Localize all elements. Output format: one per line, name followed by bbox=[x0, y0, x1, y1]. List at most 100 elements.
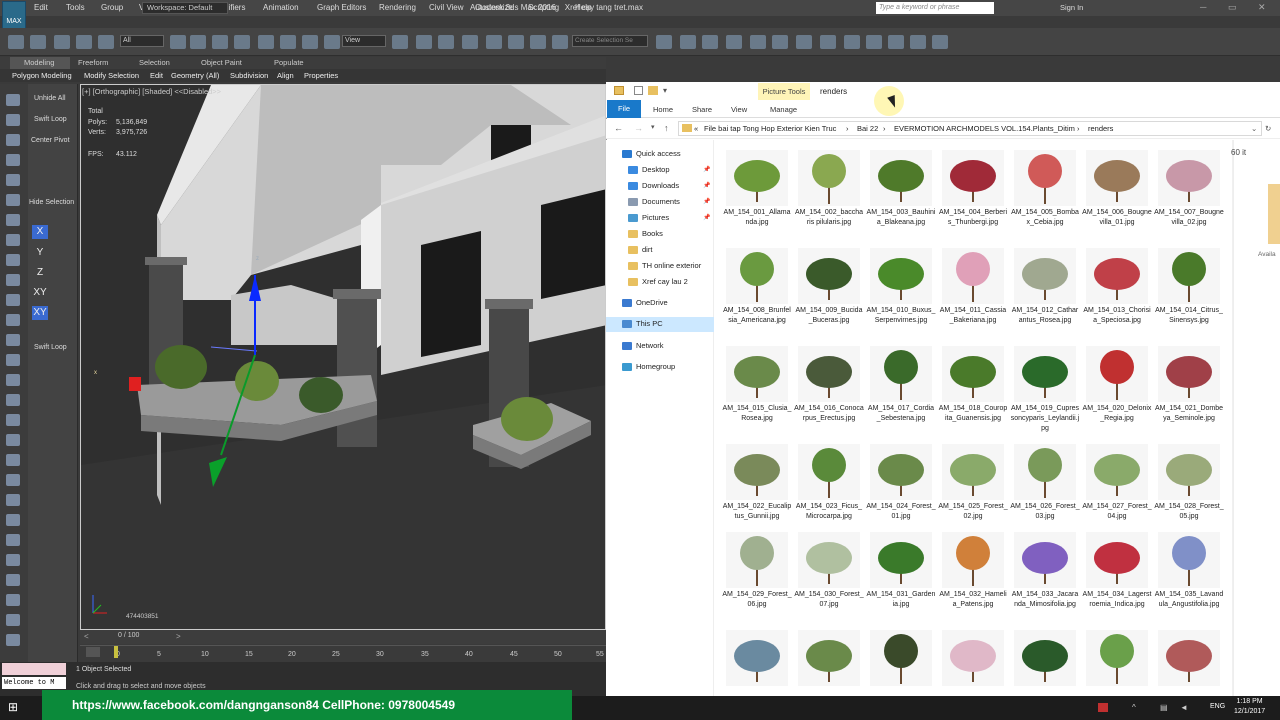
file-tile[interactable]: AM_154_018_Couropita_Guanensis.jpg bbox=[938, 342, 1008, 436]
swift-loop-button-2[interactable]: Swift Loop bbox=[34, 344, 67, 351]
file-tile[interactable]: AM_154_019_Cupressoncyparis_Leylandii.jp… bbox=[1010, 342, 1080, 436]
modeling-tool-icon[interactable] bbox=[6, 294, 20, 306]
toolbar-tool-icon[interactable] bbox=[190, 35, 206, 49]
perspective-viewport[interactable] bbox=[80, 84, 606, 630]
properties-icon[interactable] bbox=[634, 86, 643, 95]
ribbon-subtab[interactable]: Properties bbox=[304, 71, 338, 80]
file-tile[interactable]: AM_154_016_Conocarpus_Erectus.jpg bbox=[794, 342, 864, 436]
restore-icon[interactable]: ▭ bbox=[1228, 2, 1237, 13]
file-tile[interactable]: AM_154_035_Lavandula_Angustifolia.jpg bbox=[1154, 528, 1224, 622]
qat-dropdown-icon[interactable]: ▾ bbox=[663, 86, 667, 95]
toolbar-tool-icon[interactable] bbox=[552, 35, 568, 49]
toolbar-tool-icon[interactable] bbox=[280, 35, 296, 49]
toolbar-tool-icon[interactable] bbox=[680, 35, 696, 49]
modeling-tool-icon[interactable] bbox=[6, 574, 20, 586]
time-slider[interactable] bbox=[80, 630, 606, 644]
nav-item-documents[interactable]: Documents bbox=[642, 197, 680, 206]
up-arrow-icon[interactable]: ↑ bbox=[664, 123, 669, 133]
file-tile[interactable]: AM_154_033_Jacaranda_Mimosifolia.jpg bbox=[1010, 528, 1080, 622]
nav-item-homegroup[interactable]: Homegroup bbox=[636, 362, 675, 371]
selection-filter-dropdown[interactable]: All bbox=[120, 35, 164, 47]
tab-home[interactable]: Home bbox=[653, 105, 673, 114]
nav-item-this-pc[interactable]: This PC bbox=[636, 319, 663, 328]
modeling-tool-icon[interactable] bbox=[6, 214, 20, 226]
modeling-tool-icon[interactable] bbox=[6, 594, 20, 606]
ribbon-subtab[interactable]: Align bbox=[277, 71, 294, 80]
file-tile[interactable]: AM_154_020_Delonix_Regia.jpg bbox=[1082, 342, 1152, 436]
nav-item-quick-access[interactable]: Quick access bbox=[636, 149, 681, 158]
modeling-tool-icon[interactable] bbox=[6, 394, 20, 406]
ribbon-subtab[interactable]: Geometry (All) bbox=[171, 71, 219, 80]
toolbar-tool-icon[interactable] bbox=[888, 35, 904, 49]
file-tile[interactable]: AM_154_014_Citrus_Sinensys.jpg bbox=[1154, 244, 1224, 338]
unhide-all-button[interactable]: Unhide All bbox=[34, 95, 66, 102]
menu-civil-view[interactable]: Civil View bbox=[429, 3, 464, 12]
toolbar-tool-icon[interactable] bbox=[392, 35, 408, 49]
toolbar-tool-icon[interactable] bbox=[772, 35, 788, 49]
ribbon-subtab[interactable]: Edit bbox=[150, 71, 163, 80]
toolbar-tool-icon[interactable] bbox=[30, 35, 46, 49]
axis-xy-button[interactable]: XY bbox=[32, 306, 48, 320]
maxscript-listener-input[interactable] bbox=[2, 663, 66, 675]
toolbar-tool-icon[interactable] bbox=[258, 35, 274, 49]
tab-share[interactable]: Share bbox=[692, 105, 712, 114]
toolbar-tool-icon[interactable] bbox=[820, 35, 836, 49]
swift-loop-button[interactable]: Swift Loop bbox=[34, 116, 67, 123]
tab-view[interactable]: View bbox=[731, 105, 747, 114]
refresh-icon[interactable]: ↻ bbox=[1265, 124, 1271, 133]
picture-tools-context-tab[interactable]: Picture Tools bbox=[758, 83, 810, 101]
modeling-tool-icon[interactable] bbox=[6, 314, 20, 326]
workspace-dropdown[interactable]: Workspace: Default bbox=[142, 2, 228, 14]
nav-item-onedrive[interactable]: OneDrive bbox=[636, 298, 668, 307]
file-tile[interactable]: AM_154_009_Bucida_Buceras.jpg bbox=[794, 244, 864, 338]
volume-icon[interactable]: ◄ bbox=[1180, 703, 1188, 712]
file-tile[interactable]: AM_154_008_Brunfelsia_Americana.jpg bbox=[722, 244, 792, 338]
toolbar-tool-icon[interactable] bbox=[438, 35, 454, 49]
tray-app-icon[interactable] bbox=[1098, 703, 1108, 712]
file-tile[interactable]: AM_154_031_Gardenia.jpg bbox=[866, 528, 936, 622]
modeling-tool-icon[interactable] bbox=[6, 494, 20, 506]
windows-start-icon[interactable]: ⊞ bbox=[8, 700, 18, 714]
file-tile[interactable]: AM_154_028_Forest_05.jpg bbox=[1154, 440, 1224, 534]
breadcrumb-item[interactable]: EVERMOTION ARCHMODELS VOL.154.Plants_Dit… bbox=[894, 124, 1075, 133]
ribbon-tab-modeling[interactable]: Modeling bbox=[24, 58, 54, 67]
toolbar-tool-icon[interactable] bbox=[866, 35, 882, 49]
nav-item-th-online-exterior[interactable]: TH online exterior bbox=[642, 261, 701, 270]
modeling-tool-icon[interactable] bbox=[6, 514, 20, 526]
modeling-tool-icon[interactable] bbox=[6, 334, 20, 346]
file-tile[interactable]: AM_154_003_Bauhinia_Blakeana.jpg bbox=[866, 146, 936, 240]
toolbar-tool-icon[interactable] bbox=[508, 35, 524, 49]
nav-item-network[interactable]: Network bbox=[636, 341, 664, 350]
file-tile[interactable]: AM_154_001_Allamanda.jpg bbox=[722, 146, 792, 240]
network-icon[interactable]: ▤ bbox=[1160, 703, 1168, 712]
address-dropdown-icon[interactable]: ⌄ bbox=[1251, 124, 1257, 133]
axis-x-button[interactable]: X bbox=[32, 225, 48, 239]
nav-item-downloads[interactable]: Downloads bbox=[642, 181, 679, 190]
back-arrow-icon[interactable]: ← bbox=[614, 123, 623, 133]
toolbar-tool-icon[interactable] bbox=[932, 35, 948, 49]
modeling-tool-icon[interactable] bbox=[6, 174, 20, 186]
ribbon-tab-populate[interactable]: Populate bbox=[274, 58, 304, 67]
axis-xy-button[interactable]: XY bbox=[32, 286, 48, 300]
recent-locations-icon[interactable]: ▾ bbox=[651, 123, 655, 131]
ribbon-subtab[interactable]: Modify Selection bbox=[84, 71, 139, 80]
nav-item-pictures[interactable]: Pictures bbox=[642, 213, 669, 222]
toolbar-tool-icon[interactable] bbox=[76, 35, 92, 49]
file-tile[interactable]: AM_154_032_Hamelia_Patens.jpg bbox=[938, 528, 1008, 622]
modeling-tool-icon[interactable] bbox=[6, 634, 20, 646]
reference-coord-dropdown[interactable]: View bbox=[342, 35, 386, 47]
toolbar-tool-icon[interactable] bbox=[54, 35, 70, 49]
maxscript-welcome[interactable]: Welcome to M bbox=[2, 677, 66, 689]
breadcrumb-item[interactable]: File bai tap Tong Hop Exterior Kien Truc bbox=[704, 124, 836, 133]
breadcrumb-item[interactable]: Bai 22 bbox=[857, 124, 878, 133]
menu-group[interactable]: Group bbox=[101, 3, 123, 12]
toolbar-tool-icon[interactable] bbox=[486, 35, 502, 49]
nav-item-desktop[interactable]: Desktop bbox=[642, 165, 670, 174]
toolbar-tool-icon[interactable] bbox=[170, 35, 186, 49]
breadcrumb-overflow[interactable]: « bbox=[694, 124, 698, 133]
input-language[interactable]: ENG bbox=[1210, 703, 1225, 710]
file-tile[interactable]: AM_154_029_Forest_06.jpg bbox=[722, 528, 792, 622]
file-tile[interactable]: AM_154_025_Forest_02.jpg bbox=[938, 440, 1008, 534]
file-tile[interactable]: AM_154_004_Berberis_Thunbergi.jpg bbox=[938, 146, 1008, 240]
file-tile[interactable]: AM_154_023_Ficus_Microcarpa.jpg bbox=[794, 440, 864, 534]
